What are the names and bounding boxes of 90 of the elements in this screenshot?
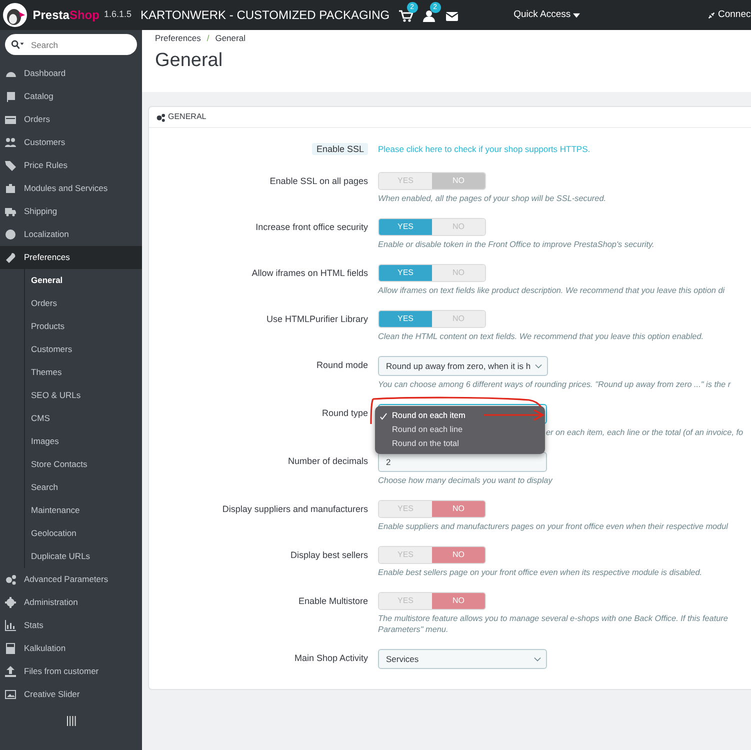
search-icon[interactable]	[11, 40, 24, 49]
chevron-icon	[534, 656, 541, 662]
people-icon	[5, 137, 16, 148]
help-text: Enable suppliers and manufacturers pages on your front office even when their respective modul	[378, 521, 729, 532]
caret-icon	[572, 12, 580, 18]
help-text: The multistore feature allows you to manage several e-shops with one Back Office. If this feature Parameters" menu.	[378, 613, 729, 635]
field-label: Allow iframes on HTML fields	[252, 268, 368, 278]
gear-icon	[5, 597, 16, 608]
dropdown-option[interactable]: Round on each item	[375, 409, 468, 423]
calculator-icon	[5, 643, 16, 654]
tag-icon	[5, 160, 16, 171]
help-text: You can choose among 6 different ways of rounding prices. "Round up away from zero ..." is the r	[378, 379, 732, 390]
version-text: 1.6.1.5	[104, 8, 132, 22]
sidebar-item[interactable]: Catalog	[0, 85, 142, 108]
image-icon	[5, 689, 16, 700]
field-label: Increase front office security	[256, 222, 368, 232]
collapse-icon[interactable]	[66, 716, 76, 726]
select-field[interactable]: Round up away from zero, when it is h	[378, 356, 548, 376]
help-text: er on each item, each line or the total (of an invoice, fo	[546, 427, 744, 438]
submenu-item[interactable]: CMS	[25, 407, 142, 430]
sidebar-item[interactable]: Price Rules	[0, 154, 142, 177]
submenu-item[interactable]: Store Contacts	[25, 453, 142, 476]
breadcrumb-link[interactable]: General	[215, 32, 246, 45]
submenu-item[interactable]: General	[25, 269, 142, 292]
dropdown-option[interactable]: Round on each line	[375, 423, 465, 437]
shop-name[interactable]: KARTONWERK - CUSTOMIZED PACKAGING	[140, 6, 390, 24]
sidebar-item[interactable]: Creative Slider	[0, 683, 142, 706]
help-text: Choose how many decimals you want to display	[378, 475, 554, 486]
field-label: Use HTMLPurifier Library	[266, 314, 368, 324]
submenu-item[interactable]: Orders	[25, 292, 142, 315]
ssl-label: Enable SSL	[312, 143, 368, 155]
annotation-arrow	[483, 409, 545, 421]
breadcrumb-separator: /	[206, 32, 210, 45]
sidebar-item[interactable]: Advanced Parameters	[0, 568, 142, 591]
connect-link[interactable]: Connec	[718, 8, 751, 22]
field-label: Display suppliers and manufacturers	[222, 504, 368, 514]
submenu-item[interactable]: Customers	[25, 338, 142, 361]
person-icon[interactable]	[422, 10, 436, 22]
help-text: Enable best sellers page on your front office even when its respective module is disabled.	[378, 567, 704, 578]
quick-access-button[interactable]: Quick Access	[514, 8, 580, 22]
dropdown-option[interactable]: Round on the total	[375, 437, 461, 451]
field-label: Round type	[322, 408, 368, 418]
sidebar-item[interactable]: Modules and Services	[0, 177, 142, 200]
page-title: General	[155, 50, 224, 73]
credit-card-icon	[5, 114, 16, 125]
sidebar-item[interactable]: Preferences	[0, 246, 142, 269]
field-label: Enable Multistore	[298, 596, 368, 606]
select-field[interactable]: Services	[378, 649, 547, 669]
sidebar-item[interactable]: Stats	[0, 614, 142, 637]
envelope-icon[interactable]	[444, 10, 459, 22]
sidebar-item[interactable]: Dashboard	[0, 62, 142, 85]
help-text: Enable or disable token in the Front Office to improve PrestaShop's security.	[378, 239, 656, 250]
submenu-item[interactable]: Products	[25, 315, 142, 338]
field-label: Number of decimals	[288, 456, 368, 466]
chevron-icon	[534, 364, 542, 368]
sidebar-item[interactable]: Kalkulation	[0, 637, 142, 660]
upload-icon	[5, 666, 16, 677]
puzzle-icon	[5, 183, 16, 194]
logo-text: PrestaShop	[32, 7, 100, 24]
submenu-item[interactable]: SEO & URLs	[25, 384, 142, 407]
sidebar-item[interactable]: Orders	[0, 108, 142, 131]
submenu-item[interactable]: Images	[25, 430, 142, 453]
annotation-hook	[370, 398, 374, 424]
logo-icon[interactable]	[2, 2, 28, 28]
field-label: Main Shop Activity	[294, 653, 368, 663]
breadcrumb-link[interactable]: Preferences	[155, 32, 201, 45]
panel-title: GENERAL	[168, 111, 206, 123]
submenu-item[interactable]: Maintenance	[25, 499, 142, 522]
number-input[interactable]: 2	[378, 452, 547, 472]
cart-icon[interactable]	[398, 10, 413, 22]
sidebar-item[interactable]: Administration	[0, 591, 142, 614]
help-text: Clean the HTML content on text fields. We recommend that you leave this option enabled.	[378, 331, 705, 342]
sidebar-item[interactable]: Customers	[0, 131, 142, 154]
plug-icon[interactable]	[706, 10, 716, 20]
submenu-item[interactable]: Geolocation	[25, 522, 142, 545]
sidebar-item[interactable]: Files from customer	[0, 660, 142, 683]
sidebar-item[interactable]: Shipping	[0, 200, 142, 223]
field-label: Enable SSL on all pages	[270, 176, 368, 186]
search-field[interactable]: Search	[5, 34, 137, 55]
bar-chart-icon	[5, 620, 16, 631]
submenu-item[interactable]: Themes	[25, 361, 142, 384]
field-label: Display best sellers	[290, 550, 368, 560]
submenu-item[interactable]: Duplicate URLs	[25, 545, 142, 568]
truck-icon	[5, 206, 16, 217]
help-text: Allow iframes on text fields like product description. We recommend that you leave this option di	[378, 285, 726, 296]
checkmark-icon	[380, 413, 387, 420]
submenu-item[interactable]: Search	[25, 476, 142, 499]
sidebar-item[interactable]: Localization	[0, 223, 142, 246]
help-text: When enabled, all the pages of your shop will be SSL-secured.	[378, 193, 608, 204]
field-label: Round mode	[316, 360, 368, 370]
